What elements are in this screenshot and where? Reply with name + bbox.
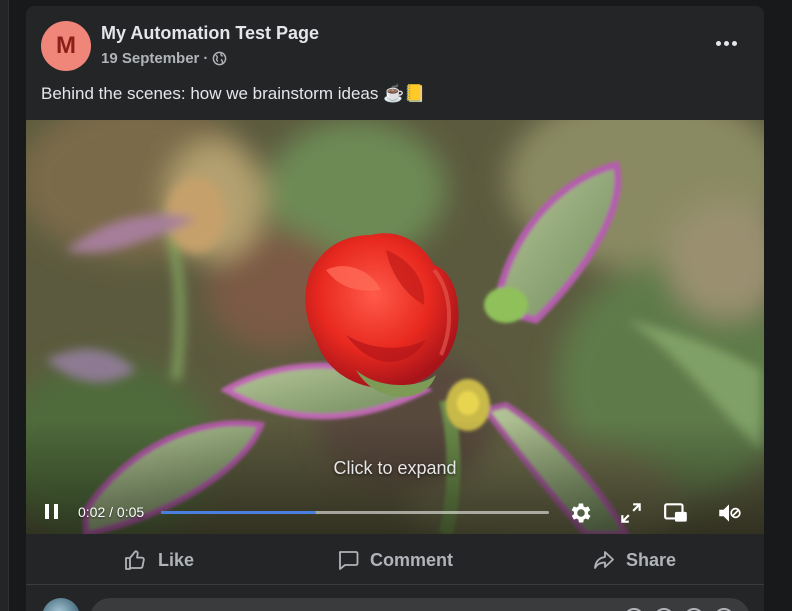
comment-label: Comment [370, 549, 454, 570]
comment-input[interactable] [90, 598, 750, 611]
post-actions: Like Comment Share [26, 536, 764, 585]
share-icon [594, 551, 614, 569]
progress-fill [161, 511, 317, 514]
commenter-avatar[interactable] [42, 598, 80, 611]
right-column-edge [776, 0, 792, 611]
like-label: Like [158, 549, 195, 570]
video-controls: 0:02 / 0:05 [26, 490, 764, 534]
comment-button[interactable]: Comment [336, 548, 453, 572]
comment-icon [338, 551, 359, 570]
pause-button[interactable] [40, 500, 64, 524]
page-avatar[interactable]: M [41, 21, 91, 71]
time-readout: 0:02 / 0:05 [78, 504, 145, 520]
expand-icon[interactable] [618, 500, 644, 526]
write-comment-row [26, 590, 764, 611]
thumbs-up-icon [125, 550, 145, 570]
pause-icon [54, 504, 58, 519]
pip-icon[interactable] [663, 500, 689, 526]
meta-separator: · [203, 50, 209, 67]
more-options-dot [723, 40, 729, 46]
globe-icon[interactable] [212, 51, 227, 66]
progress-bar[interactable] [161, 511, 549, 514]
left-column-edge [0, 0, 9, 611]
click-to-expand-hint[interactable]: Click to expand [26, 458, 764, 479]
like-button[interactable]: Like [122, 548, 194, 572]
avatar-letter: M [56, 32, 76, 59]
more-options-button[interactable] [708, 28, 744, 58]
post-card: M My Automation Test Page 19 September ·… [26, 6, 764, 611]
page-name-link[interactable]: My Automation Test Page [101, 23, 319, 44]
post-date-link[interactable]: 19 September [101, 50, 199, 67]
post-text: Behind the scenes: how we brainstorm ide… [41, 84, 426, 103]
share-label: Share [626, 549, 677, 570]
more-options-dot [715, 40, 721, 46]
post-meta: 19 September · [101, 50, 227, 67]
gear-icon[interactable] [568, 500, 594, 526]
share-button[interactable]: Share [592, 548, 676, 572]
more-options-dot [731, 40, 737, 46]
volume-muted-icon[interactable] [716, 500, 742, 526]
pause-icon [45, 504, 49, 519]
video-player[interactable]: Click to expand 0:02 / 0:05 [26, 120, 764, 534]
